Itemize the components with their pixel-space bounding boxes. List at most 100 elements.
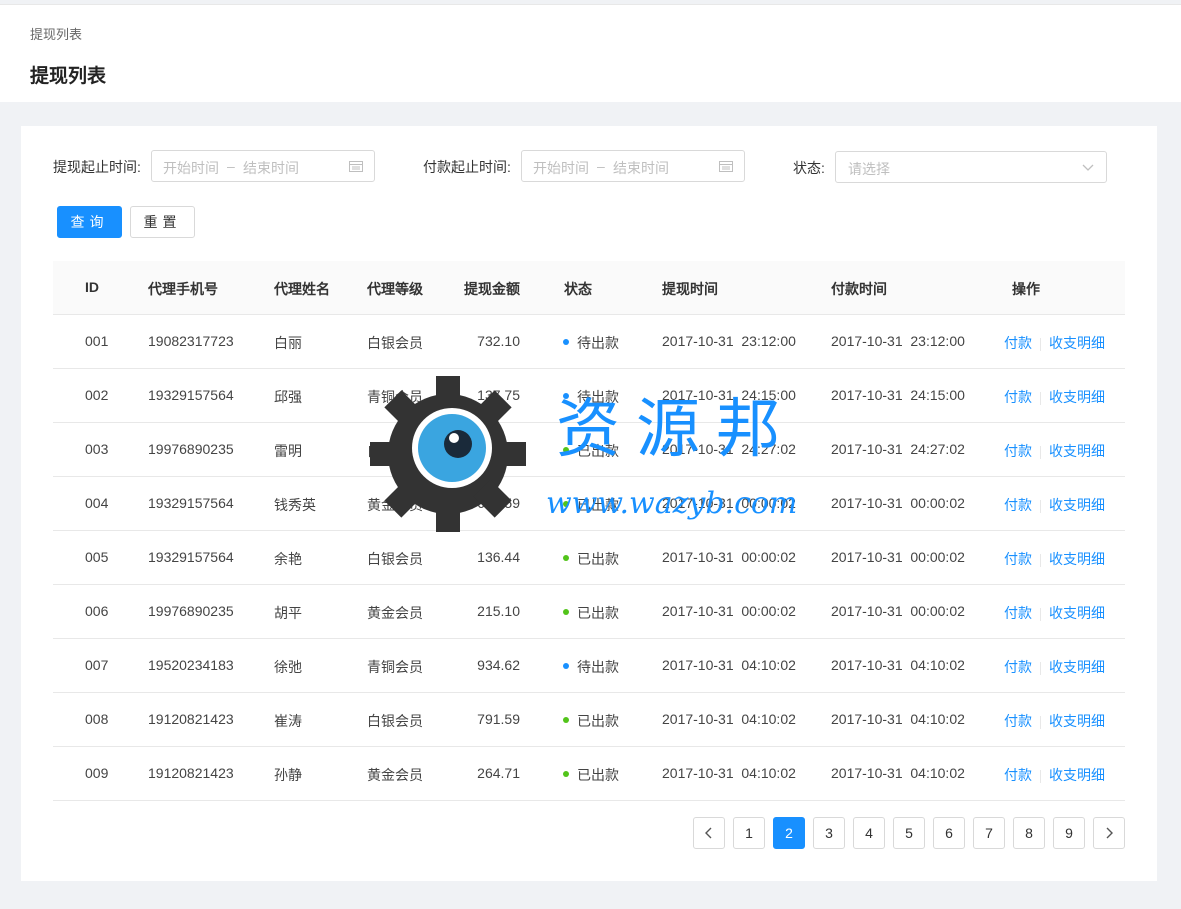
pay-link[interactable]: 付款	[1004, 605, 1032, 621]
cell-status: 已出款	[563, 711, 619, 731]
cell-name: 邱强	[274, 389, 302, 405]
cell-phone: 19082317723	[148, 333, 234, 349]
query-button[interactable]: 查询	[57, 206, 122, 238]
cell-phone: 19976890235	[148, 603, 234, 619]
cell-id: 001	[85, 333, 109, 349]
pay-link[interactable]: 付款	[1004, 335, 1032, 351]
page-1-button[interactable]: 1	[733, 817, 765, 849]
page-9-button[interactable]: 9	[1053, 817, 1085, 849]
cell-pay-time: 2017-10-31 04:10:02	[831, 657, 965, 673]
pay-link[interactable]: 付款	[1004, 767, 1032, 783]
cell-pay-time: 2017-10-31 00:00:02	[831, 549, 965, 565]
status-text: 待出款	[577, 389, 619, 405]
page-5-button[interactable]: 5	[893, 817, 925, 849]
cell-id: 004	[85, 495, 109, 511]
prev-page-button[interactable]	[693, 817, 725, 849]
pay-link[interactable]: 付款	[1004, 551, 1032, 567]
page-6-button[interactable]: 6	[933, 817, 965, 849]
cell-id: 003	[85, 441, 109, 457]
pay-time-range-picker[interactable]: 开始时间 – 结束时间	[521, 150, 745, 182]
col-id: ID	[85, 279, 99, 295]
calendar-icon	[719, 161, 733, 172]
col-phone: 代理手机号	[148, 281, 218, 297]
status-label: 状态:	[793, 160, 825, 176]
cell-pay-time: 2017-10-31 23:12:00	[831, 333, 965, 349]
cell-withdraw-time: 2017-10-31 24:27:02	[662, 441, 796, 457]
detail-link[interactable]: 收支明细	[1049, 443, 1105, 459]
action-divider	[1040, 769, 1041, 783]
status-dot	[563, 501, 569, 508]
cell-name: 雷明	[274, 443, 302, 459]
cell-pay-time: 2017-10-31 24:27:02	[831, 441, 965, 457]
cell-amount: 137.75	[477, 387, 520, 403]
detail-link[interactable]: 收支明细	[1049, 767, 1105, 783]
detail-link[interactable]: 收支明细	[1049, 659, 1105, 675]
cell-status: 待出款	[563, 333, 619, 353]
table-row: 001 19082317723 白丽 白银会员 732.10 待出款 2017-10-31 …	[53, 315, 1125, 369]
detail-link[interactable]: 收支明细	[1049, 713, 1105, 729]
cell-withdraw-time: 2017-10-31 00:00:02	[662, 603, 796, 619]
col-actions: 操作	[1012, 281, 1040, 297]
cell-status: 待出款	[563, 657, 619, 677]
cell-id: 002	[85, 387, 109, 403]
status-text: 已出款	[577, 713, 619, 729]
status-text: 已出款	[577, 551, 619, 567]
cell-actions: 付款 收支明细	[1004, 657, 1105, 677]
pay-link[interactable]: 付款	[1004, 659, 1032, 675]
detail-link[interactable]: 收支明细	[1049, 605, 1105, 621]
table-row: 008 19120821423 崔涛 白银会员 791.59 已出款 2017-10-31 …	[53, 693, 1125, 747]
status-dot	[563, 609, 569, 616]
breadcrumb[interactable]: 提现列表	[30, 24, 82, 43]
cell-actions: 付款 收支明细	[1004, 711, 1105, 731]
chevron-left-icon	[705, 827, 712, 839]
page-2-button[interactable]: 2	[773, 817, 805, 849]
cell-withdraw-time: 2017-10-31 24:15:00	[662, 387, 796, 403]
detail-link[interactable]: 收支明细	[1049, 389, 1105, 405]
cell-id: 008	[85, 711, 109, 727]
cell-withdraw-time: 2017-10-31 04:10:02	[662, 657, 796, 673]
withdraw-start-placeholder: 开始时间	[163, 160, 219, 176]
page-3-button[interactable]: 3	[813, 817, 845, 849]
table-row: 009 19120821423 孙静 黄金会员 264.71 已出款 2017-10-31 …	[53, 747, 1125, 801]
action-divider	[1040, 391, 1041, 405]
status-select[interactable]: 请选择	[835, 151, 1107, 183]
next-page-button[interactable]	[1093, 817, 1125, 849]
action-divider	[1040, 499, 1041, 513]
action-divider	[1040, 337, 1041, 351]
cell-status: 已出款	[563, 549, 619, 569]
cell-name: 胡平	[274, 605, 302, 621]
table-body: 001 19082317723 白丽 白银会员 732.10 待出款 2017-10-31 …	[53, 315, 1125, 801]
action-divider	[1040, 661, 1041, 675]
cell-amount: 264.71	[477, 765, 520, 781]
table-header: ID 代理手机号 代理姓名 代理等级 提现金额 状态 提现时间 付款时间 操作	[53, 261, 1125, 315]
cell-amount: 136.44	[477, 549, 520, 565]
cell-withdraw-time: 2017-10-31 23:12:00	[662, 333, 796, 349]
cell-phone: 19120821423	[148, 765, 234, 781]
table-row: 006 19976890235 胡平 黄金会员 215.10 已出款 2017-10-31 …	[53, 585, 1125, 639]
action-divider	[1040, 607, 1041, 621]
detail-link[interactable]: 收支明细	[1049, 335, 1105, 351]
cell-level: 青铜会员	[367, 659, 423, 675]
cell-name: 余艳	[274, 551, 302, 567]
page-8-button[interactable]: 8	[1013, 817, 1045, 849]
cell-level: 青铜会员	[367, 389, 423, 405]
table-row: 007 19520234183 徐弛 青铜会员 934.62 待出款 2017-10-31 …	[53, 639, 1125, 693]
reset-button[interactable]: 重置	[130, 206, 195, 238]
detail-link[interactable]: 收支明细	[1049, 551, 1105, 567]
status-dot	[563, 717, 569, 724]
pay-link[interactable]: 付款	[1004, 497, 1032, 513]
pay-link[interactable]: 付款	[1004, 443, 1032, 459]
cell-withdraw-time: 2017-10-31 04:10:02	[662, 765, 796, 781]
page-4-button[interactable]: 4	[853, 817, 885, 849]
withdraw-table: ID 代理手机号 代理姓名 代理等级 提现金额 状态 提现时间 付款时间 操作 …	[53, 261, 1125, 801]
cell-level: 黄金会员	[367, 767, 423, 783]
cell-name: 白丽	[274, 335, 302, 351]
pay-link[interactable]: 付款	[1004, 713, 1032, 729]
cell-id: 009	[85, 765, 109, 781]
cell-actions: 付款 收支明细	[1004, 333, 1105, 353]
page-7-button[interactable]: 7	[973, 817, 1005, 849]
detail-link[interactable]: 收支明细	[1049, 497, 1105, 513]
pay-link[interactable]: 付款	[1004, 389, 1032, 405]
withdraw-time-range-picker[interactable]: 开始时间 – 结束时间	[151, 150, 375, 182]
cell-name: 徐弛	[274, 659, 302, 675]
